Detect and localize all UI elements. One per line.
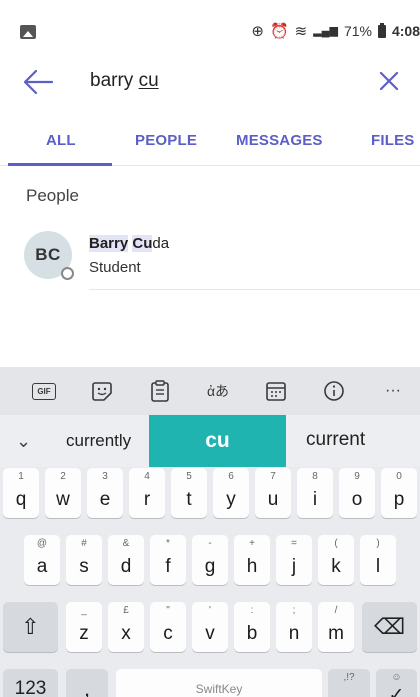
sticker-icon[interactable] — [89, 379, 115, 403]
key-e[interactable]: 3e — [87, 468, 123, 518]
key-m[interactable]: / m — [318, 602, 354, 652]
gallery-icon — [20, 25, 36, 39]
key-s[interactable]: # s — [66, 535, 102, 585]
key-h[interactable]: + h — [234, 535, 270, 585]
wifi-icon: ≋ — [294, 22, 308, 40]
battery-icon — [377, 22, 386, 38]
backspace-key[interactable]: ⌫ — [362, 602, 417, 652]
tab-messages[interactable]: MESSAGES — [236, 132, 323, 149]
key-i[interactable]: 8i — [297, 468, 333, 518]
system-icons: ⊕ ⏰ ≋ ▂▄▆ 71% 4:08 — [251, 20, 420, 42]
person-name: Barry Cuda — [89, 235, 169, 252]
key-f[interactable]: * f — [150, 535, 186, 585]
key-d[interactable]: & d — [108, 535, 144, 585]
key-u[interactable]: 7u — [255, 468, 291, 518]
alarm-icon: ⏰ — [269, 22, 289, 40]
tab-files[interactable]: FILES — [371, 132, 415, 149]
keyboard-toolbar: GIF ἀあ ··· — [0, 367, 420, 415]
numbers-key[interactable]: 123 — [3, 669, 58, 697]
key-l[interactable]: ) l — [360, 535, 396, 585]
suggestion-bar: ⌄ currently cu current — [0, 415, 420, 467]
search-input[interactable]: barry cu — [90, 70, 159, 92]
key-k[interactable]: (k — [318, 535, 354, 585]
people-section-heading: People — [26, 186, 79, 205]
person-name-rest: da — [152, 235, 170, 252]
suggestion-center[interactable]: cu — [149, 415, 286, 467]
shift-key[interactable]: ⇧ — [3, 602, 58, 652]
person-name-match: Cu — [132, 235, 153, 252]
status-bar: ⊕ ⏰ ≋ ▂▄▆ 71% 4:08 — [0, 0, 420, 60]
enter-key[interactable]: ☺ ✓ — [376, 669, 417, 697]
search-header: barry cu — [0, 60, 420, 104]
key-b[interactable]: :b — [234, 602, 270, 652]
key-x[interactable]: £ x — [108, 602, 144, 652]
key-t[interactable]: 5t — [171, 468, 207, 518]
emoji-icon: ☺ — [391, 672, 402, 683]
shift-icon: ⇧ — [21, 614, 40, 639]
search-query-prefix: barry — [90, 70, 139, 91]
clear-search-icon[interactable] — [376, 68, 402, 94]
checkmark-icon: ✓ — [388, 685, 405, 697]
search-tabs: ALL PEOPLE MESSAGES FILES — [0, 118, 420, 166]
key-q[interactable]: 1q — [3, 468, 39, 518]
more-icon[interactable]: ··· — [380, 379, 406, 403]
person-result-row[interactable]: BC Barry Cuda Student — [0, 226, 420, 290]
battery-percent: 71% — [343, 23, 372, 39]
suggestion-right[interactable]: current — [306, 429, 365, 451]
backspace-icon: ⌫ — [373, 614, 406, 639]
translate-icon[interactable]: ἀあ — [205, 379, 231, 403]
presence-status-icon — [61, 267, 74, 280]
info-icon[interactable] — [321, 379, 347, 403]
calendar-icon[interactable] — [263, 379, 289, 403]
tab-people[interactable]: PEOPLE — [135, 132, 197, 149]
key-y[interactable]: 6y — [213, 468, 249, 518]
key-a[interactable]: @ a — [24, 535, 60, 585]
swiftkey-keyboard: GIF ἀあ ··· ⌄ currently cu current 1q 2w … — [0, 367, 420, 697]
space-key[interactable]: SwiftKey — [116, 669, 322, 697]
person-subtitle: Student — [89, 259, 141, 276]
active-tab-indicator — [8, 163, 112, 166]
key-w[interactable]: 2w — [45, 468, 81, 518]
search-query-composing: cu — [138, 70, 159, 91]
clipboard-icon[interactable] — [147, 379, 173, 403]
suggestion-left[interactable]: currently — [66, 431, 131, 451]
gif-label: GIF — [32, 382, 56, 400]
data-saver-icon: ⊕ — [251, 22, 264, 40]
swiftkey-brand: SwiftKey — [195, 682, 243, 696]
signal-icon: ▂▄▆ — [313, 24, 338, 37]
key-z[interactable]: _ z — [66, 602, 102, 652]
key-o[interactable]: 9o — [339, 468, 375, 518]
comma-key[interactable]: , — [66, 669, 108, 697]
back-arrow-icon[interactable] — [22, 66, 56, 98]
tab-all[interactable]: ALL — [46, 132, 76, 149]
row-divider — [89, 289, 420, 290]
key-j[interactable]: = j — [276, 535, 312, 585]
period-key[interactable]: ,!?. — [328, 669, 370, 697]
collapse-icon[interactable]: ⌄ — [16, 432, 31, 450]
notification-area — [20, 25, 36, 39]
key-v[interactable]: ' v — [192, 602, 228, 652]
gif-icon[interactable]: GIF — [31, 379, 57, 403]
key-c[interactable]: " c — [150, 602, 186, 652]
person-name-first: Barry — [89, 235, 129, 252]
clock: 4:08 — [391, 23, 420, 39]
key-g[interactable]: -g — [192, 535, 228, 585]
key-r[interactable]: 4r — [129, 468, 165, 518]
key-p[interactable]: 0p — [381, 468, 417, 518]
key-n[interactable]: ; n — [276, 602, 312, 652]
